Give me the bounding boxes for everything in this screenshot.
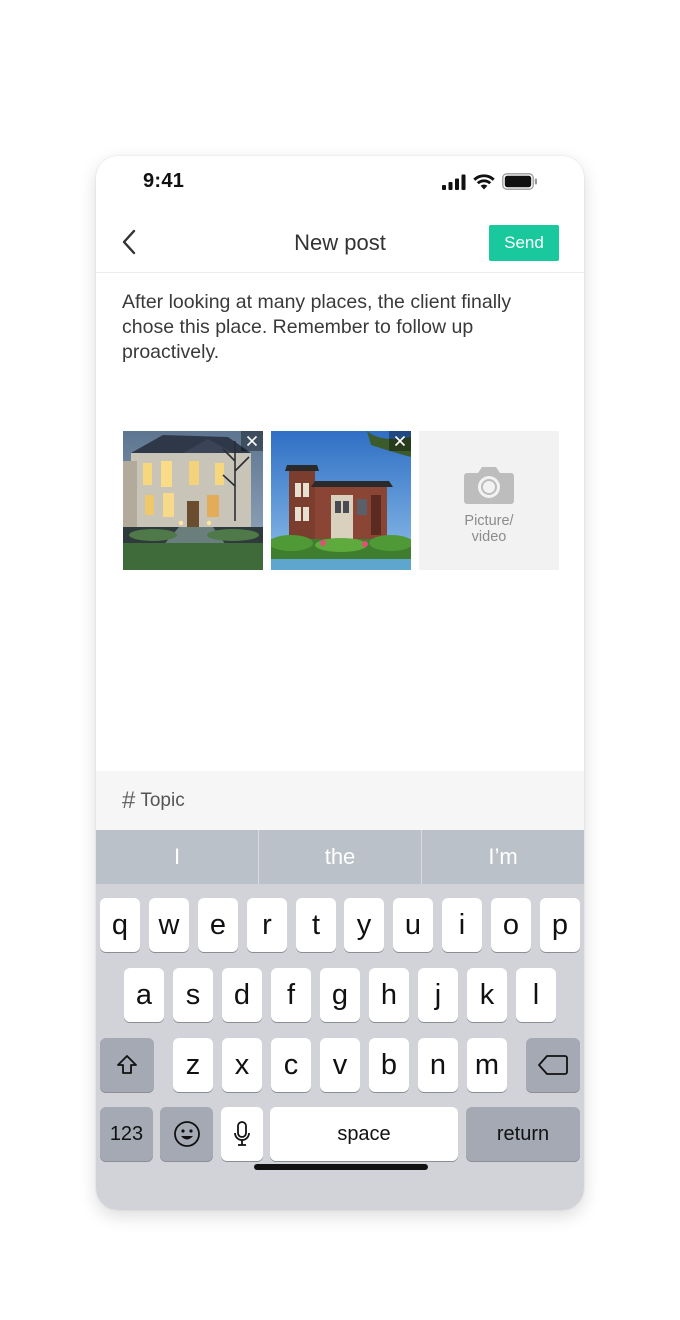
keyboard: I the I’m q w e r t y u i o p a s d f g … bbox=[96, 830, 584, 1210]
return-key[interactable]: return bbox=[466, 1107, 580, 1161]
key-v[interactable]: v bbox=[320, 1038, 360, 1092]
topic-button[interactable]: # Topic bbox=[96, 771, 584, 830]
home-indicator bbox=[254, 1164, 428, 1170]
key-a[interactable]: a bbox=[124, 968, 164, 1022]
emoji-key[interactable] bbox=[160, 1107, 213, 1161]
media-thumbnail[interactable] bbox=[271, 431, 411, 570]
suggestion-item[interactable]: I’m bbox=[422, 830, 584, 884]
key-m[interactable]: m bbox=[467, 1038, 507, 1092]
key-o[interactable]: o bbox=[491, 898, 531, 952]
status-time: 9:41 bbox=[143, 170, 185, 192]
status-bar: 9:41 bbox=[96, 156, 584, 206]
backspace-icon bbox=[538, 1055, 568, 1075]
add-media-button[interactable]: Picture/ video bbox=[419, 431, 559, 570]
key-n[interactable]: n bbox=[418, 1038, 458, 1092]
nav-bar: New post Send bbox=[96, 214, 584, 273]
key-h[interactable]: h bbox=[369, 968, 409, 1022]
key-l[interactable]: l bbox=[516, 968, 556, 1022]
shift-icon bbox=[117, 1055, 137, 1074]
key-e[interactable]: e bbox=[198, 898, 238, 952]
key-p[interactable]: p bbox=[540, 898, 580, 952]
key-q[interactable]: q bbox=[100, 898, 140, 952]
key-g[interactable]: g bbox=[320, 968, 360, 1022]
media-thumbnail[interactable] bbox=[123, 431, 263, 570]
key-t[interactable]: t bbox=[296, 898, 336, 952]
key-u[interactable]: u bbox=[393, 898, 433, 952]
shift-key[interactable] bbox=[100, 1038, 154, 1092]
remove-media-button[interactable] bbox=[389, 431, 411, 451]
suggestion-item[interactable]: I bbox=[96, 830, 258, 884]
key-z[interactable]: z bbox=[173, 1038, 213, 1092]
key-d[interactable]: d bbox=[222, 968, 262, 1022]
suggestion-bar: I the I’m bbox=[96, 830, 584, 884]
signal-icon bbox=[442, 174, 466, 190]
space-key[interactable]: space bbox=[270, 1107, 458, 1161]
status-icons bbox=[442, 173, 538, 190]
villa-photo bbox=[271, 431, 411, 570]
key-r[interactable]: r bbox=[247, 898, 287, 952]
remove-media-button[interactable] bbox=[241, 431, 263, 451]
add-media-label: Picture/ video bbox=[464, 513, 514, 545]
emoji-icon bbox=[173, 1121, 200, 1147]
key-k[interactable]: k bbox=[467, 968, 507, 1022]
key-y[interactable]: y bbox=[344, 898, 384, 952]
camera-icon bbox=[464, 467, 514, 504]
post-text-input[interactable]: After looking at many places, the client… bbox=[122, 290, 562, 365]
key-s[interactable]: s bbox=[173, 968, 213, 1022]
wifi-icon bbox=[473, 173, 495, 189]
topic-label: Topic bbox=[140, 789, 185, 811]
key-j[interactable]: j bbox=[418, 968, 458, 1022]
key-f[interactable]: f bbox=[271, 968, 311, 1022]
suggestion-item[interactable]: the bbox=[259, 830, 421, 884]
media-row: Picture/ video bbox=[123, 431, 559, 570]
numbers-key[interactable]: 123 bbox=[100, 1107, 153, 1161]
dictation-key[interactable] bbox=[221, 1107, 263, 1161]
key-w[interactable]: w bbox=[149, 898, 189, 952]
key-i[interactable]: i bbox=[442, 898, 482, 952]
microphone-icon bbox=[234, 1121, 250, 1146]
mansion-photo bbox=[123, 431, 263, 570]
delete-key[interactable] bbox=[526, 1038, 580, 1092]
key-b[interactable]: b bbox=[369, 1038, 409, 1092]
hashtag-icon: # bbox=[122, 786, 136, 814]
battery-icon bbox=[502, 173, 537, 190]
close-icon bbox=[394, 435, 406, 447]
phone-frame: 9:41 New post Send After looking at many… bbox=[96, 156, 584, 1210]
key-x[interactable]: x bbox=[222, 1038, 262, 1092]
key-c[interactable]: c bbox=[271, 1038, 311, 1092]
close-icon bbox=[246, 435, 258, 447]
send-button[interactable]: Send bbox=[489, 225, 559, 261]
